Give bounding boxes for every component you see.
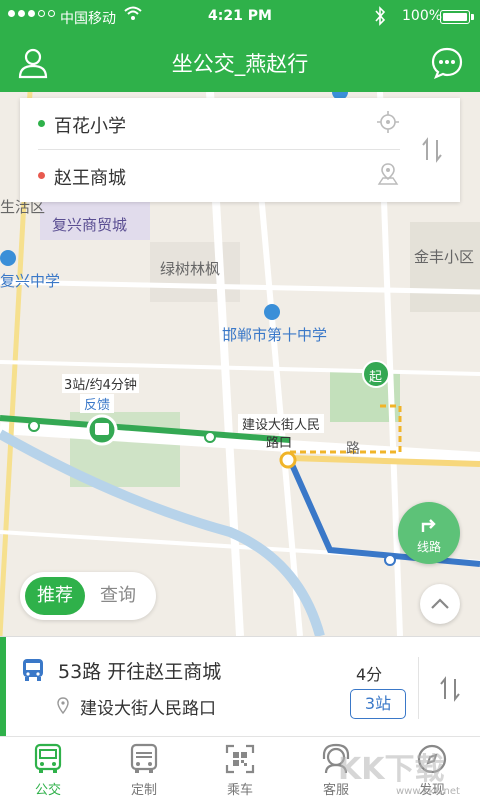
- watermark: KK下载: [338, 752, 445, 787]
- chevron-up-icon: [431, 598, 449, 609]
- stop-label-line2: 路口: [266, 436, 293, 451]
- map-pin-icon[interactable]: [376, 162, 400, 186]
- bus-icon: [34, 743, 62, 773]
- bus-icon: [23, 659, 43, 681]
- arrival-minutes: 4分: [356, 665, 383, 684]
- tab-custom[interactable]: 定制: [96, 737, 192, 800]
- app-header: 坐公交_燕赵行: [0, 34, 480, 92]
- route-button-label: 线路: [416, 540, 441, 554]
- custom-bus-icon: [130, 743, 158, 773]
- destination-dot: [38, 172, 45, 179]
- tab-bus-label: 公交: [34, 783, 61, 798]
- recommend-tab[interactable]: 推荐: [25, 577, 85, 615]
- location-pin-icon: [57, 697, 69, 715]
- eta-label: 3站/约4分钟: [62, 374, 139, 393]
- query-tab[interactable]: 查询: [100, 577, 150, 615]
- route-turn-icon: [421, 519, 436, 532]
- panel-divider: [418, 657, 419, 719]
- map-label-handan-10: 邯郸市第十中学: [222, 326, 328, 344]
- destination-text: 赵王商城: [54, 168, 126, 189]
- bus-info-panel[interactable]: 53路 开往赵王商城 建设大街人民路口 4分 3站: [0, 636, 480, 737]
- tab-ride[interactable]: 乘车: [192, 737, 288, 800]
- destination-field[interactable]: 赵王商城: [38, 150, 400, 202]
- mode-toggle: 推荐 查询: [20, 572, 156, 620]
- origin-field[interactable]: 百花小学: [38, 98, 400, 150]
- bus-line-text: 53路 开往赵王商城: [58, 661, 222, 683]
- tab-custom-label: 定制: [130, 783, 157, 798]
- route-input-card: 百花小学 赵王商城: [20, 98, 460, 202]
- qr-code-icon: [225, 744, 255, 774]
- panel-accent-bar: [0, 637, 6, 737]
- switch-direction-icon[interactable]: [438, 675, 462, 703]
- map-label-road: 路: [346, 441, 360, 457]
- origin-dot: [38, 120, 45, 127]
- bluetooth-icon: [375, 6, 386, 26]
- origin-text: 百花小学: [54, 116, 126, 137]
- route-button[interactable]: 线路: [398, 502, 460, 564]
- status-bar: 中国移动 4:21 PM 100%: [0, 0, 480, 34]
- battery-icon: [440, 10, 470, 24]
- start-marker: 起: [369, 370, 383, 385]
- locate-icon[interactable]: [376, 110, 400, 134]
- battery-percentage: 100%: [402, 8, 443, 24]
- tab-bus[interactable]: 公交: [0, 737, 96, 800]
- stations-badge: 3站: [350, 689, 406, 719]
- map-label-fuxing-trade: 复兴商贸城: [52, 216, 128, 234]
- expand-button[interactable]: [420, 584, 460, 624]
- map-label-fuxing-school: 复兴中学: [0, 272, 61, 290]
- tab-ride-label: 乘车: [226, 783, 253, 798]
- stop-label-line1: 建设大街人民: [238, 414, 325, 433]
- swap-route-icon[interactable]: [420, 136, 444, 164]
- bus-stop-name: 建设大街人民路口: [80, 699, 216, 719]
- feedback-link[interactable]: 反馈: [80, 394, 115, 413]
- chat-message-icon[interactable]: [430, 46, 464, 80]
- map-label-jinfeng: 金丰小区: [414, 248, 475, 266]
- map-label-lvshu: 绿树林枫: [160, 260, 221, 278]
- page-title: 坐公交_燕赵行: [171, 52, 309, 76]
- watermark-url: www.kkx.net: [396, 786, 460, 797]
